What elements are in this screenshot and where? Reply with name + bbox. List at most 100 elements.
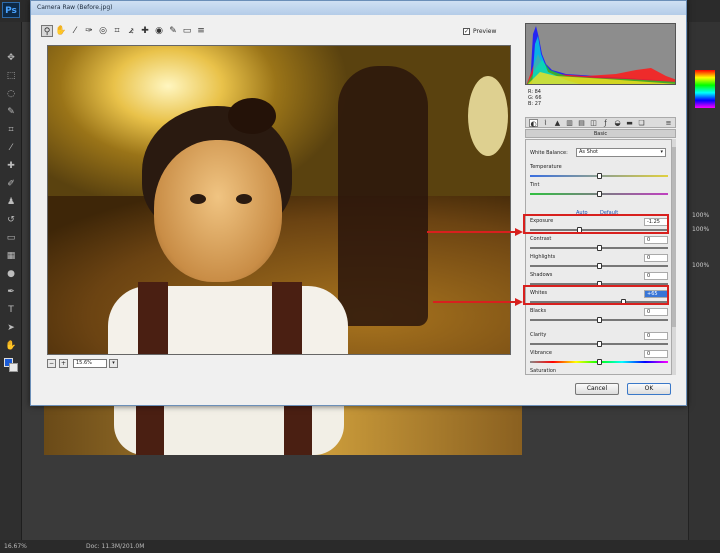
tab-snapshots-icon[interactable]: ❏ bbox=[637, 119, 646, 127]
zoom-in-button[interactable]: + bbox=[59, 359, 68, 368]
clarity-slider-thumb[interactable] bbox=[596, 341, 602, 347]
photo-strap-right bbox=[272, 282, 302, 354]
contrast-label: Contrast bbox=[530, 236, 552, 242]
healing-tool-icon[interactable]: ✚ bbox=[4, 160, 18, 172]
tab-hsl-icon[interactable]: ▥ bbox=[565, 119, 574, 127]
panel-scrollbar[interactable] bbox=[671, 139, 676, 375]
image-preview[interactable] bbox=[47, 45, 511, 355]
white-balance-select[interactable]: As Shot ▾ bbox=[576, 148, 666, 157]
vibrance-label: Vibrance bbox=[530, 350, 552, 356]
zoom-dropdown-icon[interactable]: ▾ bbox=[109, 359, 118, 368]
pen-tool-icon[interactable]: ✒ bbox=[4, 286, 18, 298]
history-brush-icon[interactable]: ↺ bbox=[4, 214, 18, 226]
shadows-value-field[interactable]: 0 bbox=[644, 272, 668, 280]
status-zoom: 16.67% bbox=[4, 543, 27, 550]
spot-removal-icon[interactable]: ✚ bbox=[139, 25, 151, 37]
temperature-slider-thumb[interactable] bbox=[596, 173, 602, 179]
shadows-label: Shadows bbox=[530, 272, 553, 278]
blacks-slider-thumb[interactable] bbox=[596, 317, 602, 323]
tint-slider-row: Tint bbox=[526, 182, 672, 200]
exposure-highlight-box bbox=[523, 214, 669, 234]
ok-button[interactable]: OK bbox=[627, 383, 671, 395]
vibrance-value-field[interactable]: 0 bbox=[644, 350, 668, 358]
camera-raw-dialog: Camera Raw (Before.jpg) ⚲ ✋ ⁄ ✑ ◎ ⌗ ⦨ ✚ … bbox=[30, 0, 687, 406]
tab-basic-icon[interactable]: ◐ bbox=[529, 119, 538, 128]
tab-detail-icon[interactable]: ▲ bbox=[553, 119, 562, 127]
temperature-label: Temperature bbox=[530, 164, 562, 170]
layer-readout: 100% bbox=[692, 262, 710, 269]
adjustment-brush-icon[interactable]: ✎ bbox=[167, 25, 179, 37]
panel-menu-icon[interactable]: ≡ bbox=[664, 119, 673, 127]
color-spectrum[interactable] bbox=[695, 70, 715, 108]
straighten-tool-icon[interactable]: ⦨ bbox=[125, 25, 137, 37]
clarity-label: Clarity bbox=[530, 332, 547, 338]
zoom-out-button[interactable]: − bbox=[47, 359, 56, 368]
opacity-readout: 100% bbox=[692, 212, 710, 219]
saturation-slider-row: Saturation bbox=[526, 368, 672, 374]
color-sampler-icon[interactable]: ✑ bbox=[83, 25, 95, 37]
contrast-value-field[interactable]: 0 bbox=[644, 236, 668, 244]
path-select-icon[interactable]: ➤ bbox=[4, 322, 18, 334]
panel-scroll-thumb[interactable] bbox=[672, 147, 676, 327]
marquee-tool-icon[interactable]: ⬚ bbox=[4, 70, 18, 82]
basic-panel-header: Basic bbox=[525, 129, 676, 138]
contrast-slider-thumb[interactable] bbox=[596, 245, 602, 251]
hand-tool-icon[interactable]: ✋ bbox=[55, 25, 67, 37]
readout-b: B: 27 bbox=[528, 101, 542, 107]
adjustment-panel-tabs: ◐ ⌇ ▲ ▥ ▤ ◫ ƒ ◒ ▬ ❏ ≡ bbox=[525, 117, 676, 128]
tint-slider-thumb[interactable] bbox=[596, 191, 602, 197]
move-tool-icon[interactable]: ✥ bbox=[4, 52, 18, 64]
highlights-slider-thumb[interactable] bbox=[596, 263, 602, 269]
white-balance-value: As Shot bbox=[579, 149, 598, 155]
dialog-title-bar[interactable]: Camera Raw (Before.jpg) bbox=[31, 1, 686, 15]
histogram bbox=[525, 23, 676, 85]
tint-label: Tint bbox=[530, 182, 540, 188]
clarity-slider-row: Clarity 0 bbox=[526, 332, 672, 350]
temperature-slider-row: Temperature bbox=[526, 164, 672, 182]
status-doc-size: Doc: 11.3M/201.0M bbox=[86, 543, 145, 550]
stamp-tool-icon[interactable]: ♟ bbox=[4, 196, 18, 208]
highlights-slider-row: Highlights 0 bbox=[526, 254, 672, 272]
basic-panel: White Balance: As Shot ▾ Auto Default Te… bbox=[525, 139, 676, 375]
tab-presets-icon[interactable]: ▬ bbox=[625, 119, 634, 127]
dodge-tool-icon[interactable]: ● bbox=[4, 268, 18, 280]
tab-split-toning-icon[interactable]: ▤ bbox=[577, 119, 586, 127]
whites-arrow-icon bbox=[515, 298, 523, 306]
eraser-tool-icon[interactable]: ▭ bbox=[4, 232, 18, 244]
zoom-tool-icon[interactable]: ⚲ bbox=[41, 25, 53, 37]
brush-tool-icon[interactable]: ✐ bbox=[4, 178, 18, 190]
vibrance-slider-thumb[interactable] bbox=[596, 359, 602, 365]
blacks-value-field[interactable]: 0 bbox=[644, 308, 668, 316]
cancel-button[interactable]: Cancel bbox=[575, 383, 619, 395]
photoshop-logo: Ps bbox=[2, 2, 20, 18]
background-color-swatch[interactable] bbox=[9, 363, 18, 372]
clarity-value-field[interactable]: 0 bbox=[644, 332, 668, 340]
tab-effects-icon[interactable]: ƒ bbox=[601, 119, 610, 127]
preview-checkbox[interactable]: ✓ bbox=[463, 28, 470, 35]
quick-select-tool-icon[interactable]: ✎ bbox=[4, 106, 18, 118]
exposure-arrow-line bbox=[427, 231, 517, 233]
gradient-tool-icon[interactable]: ▦ bbox=[4, 250, 18, 262]
photo-background-person bbox=[338, 66, 428, 326]
chevron-down-icon: ▾ bbox=[660, 149, 663, 155]
white-balance-tool-icon[interactable]: ⁄ bbox=[69, 25, 81, 37]
vibrance-slider-row: Vibrance 0 bbox=[526, 350, 672, 368]
red-eye-icon[interactable]: ◉ bbox=[153, 25, 165, 37]
tab-tone-curve-icon[interactable]: ⌇ bbox=[541, 119, 550, 127]
highlights-value-field[interactable]: 0 bbox=[644, 254, 668, 262]
crop-tool-icon[interactable]: ⌗ bbox=[4, 124, 18, 136]
exposure-arrow-icon bbox=[515, 228, 523, 236]
graduated-filter-icon[interactable]: ▭ bbox=[181, 25, 193, 37]
crop-tool-icon[interactable]: ⌗ bbox=[111, 25, 123, 37]
tab-lens-icon[interactable]: ◫ bbox=[589, 119, 598, 127]
whites-arrow-line bbox=[433, 301, 517, 303]
eyedropper-tool-icon[interactable]: ⁄ bbox=[4, 142, 18, 154]
targeted-adjust-icon[interactable]: ◎ bbox=[97, 25, 109, 37]
preferences-icon[interactable]: ≡ bbox=[195, 25, 207, 37]
zoom-level-field[interactable]: 15.6% bbox=[73, 359, 107, 368]
lasso-tool-icon[interactable]: ◌ bbox=[4, 88, 18, 100]
type-tool-icon[interactable]: T bbox=[4, 304, 18, 316]
ps-toolbox: ✥ ⬚ ◌ ✎ ⌗ ⁄ ✚ ✐ ♟ ↺ ▭ ▦ ● ✒ T ➤ ✋ bbox=[0, 22, 22, 540]
hand-tool-icon[interactable]: ✋ bbox=[4, 340, 18, 352]
tab-camera-calibration-icon[interactable]: ◒ bbox=[613, 119, 622, 127]
